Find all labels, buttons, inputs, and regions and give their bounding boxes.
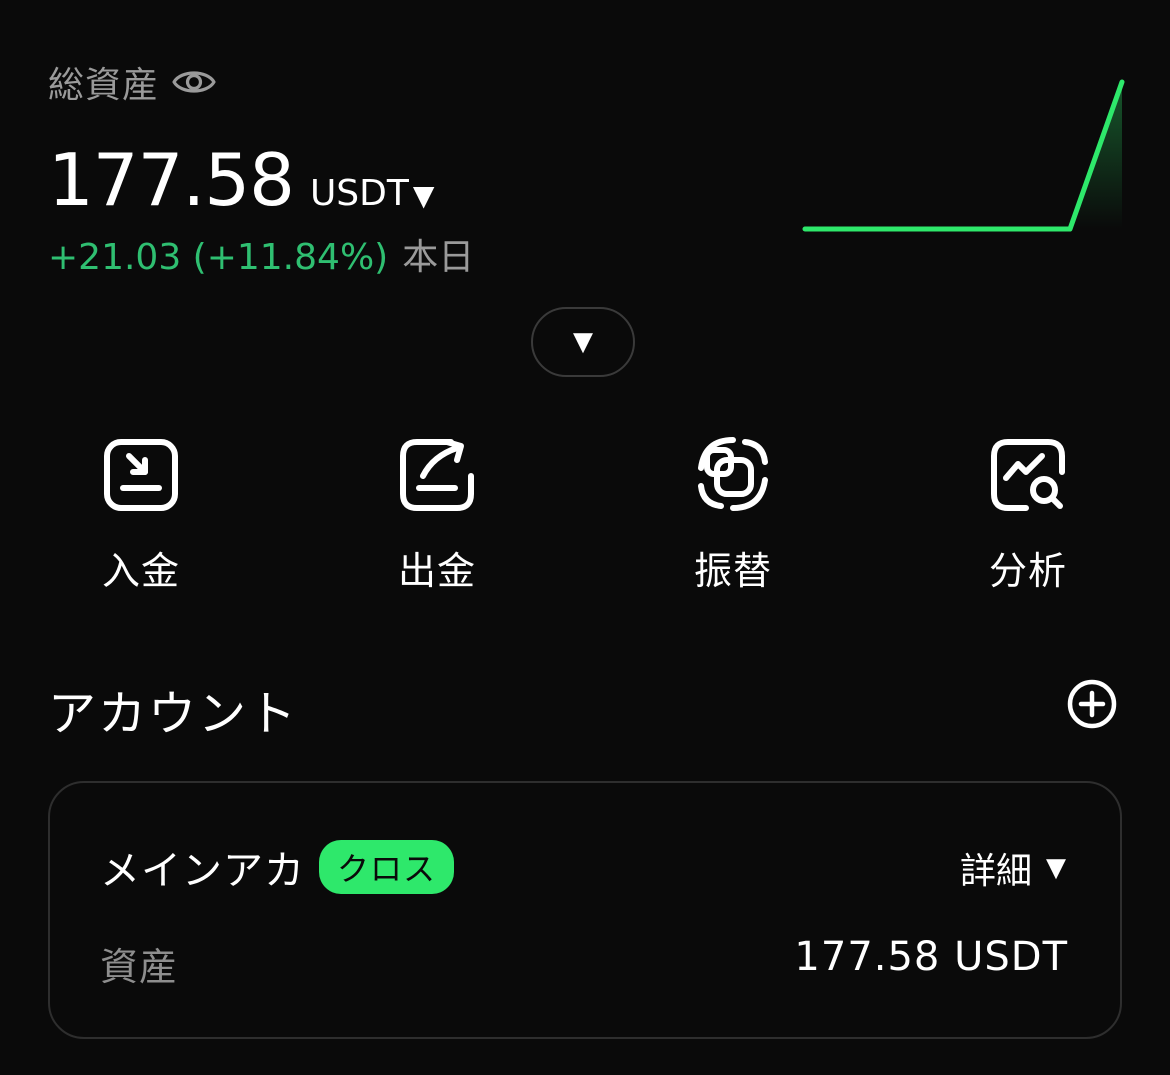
caret-down-icon: ▼: [573, 327, 593, 357]
total-balance: 177.58: [48, 138, 295, 222]
account-details-toggle[interactable]: 詳細 ▼: [960, 842, 1066, 894]
currency-selector[interactable]: USDT ▼: [310, 173, 434, 214]
total-assets-header: 総資産: [48, 56, 217, 108]
analysis-button[interactable]: 分析: [928, 432, 1128, 595]
withdraw-label: 出金: [397, 549, 476, 593]
total-assets-label: 総資産: [48, 65, 160, 106]
deposit-icon: [104, 439, 178, 511]
account-card[interactable]: [48, 781, 1122, 1039]
account-name: メインアカ: [100, 848, 305, 894]
deposit-button[interactable]: 入金: [41, 432, 241, 595]
daily-change-row: +21.03 (+11.84%) 本日: [48, 228, 474, 280]
withdraw-button[interactable]: 出金: [337, 432, 537, 595]
caret-down-icon: ▼: [412, 179, 435, 212]
daily-change-value: +21.03 (+11.84%): [48, 237, 389, 278]
balance-row: 177.58 USDT ▼: [48, 138, 434, 222]
asset-label: 資産: [100, 945, 179, 989]
analysis-icon: [991, 439, 1065, 511]
withdraw-icon: [400, 439, 474, 511]
expand-button[interactable]: ▼: [531, 307, 635, 377]
caret-down-icon: ▼: [1046, 853, 1066, 883]
add-circle-icon[interactable]: [1066, 678, 1118, 730]
deposit-label: 入金: [101, 549, 180, 593]
currency-label: USDT: [309, 173, 409, 214]
eye-icon[interactable]: [171, 59, 217, 105]
transfer-button[interactable]: 振替: [633, 432, 833, 595]
accounts-title: アカウント: [48, 686, 299, 742]
asset-value: 177.58 USDT: [794, 934, 1068, 980]
details-label: 詳細: [959, 851, 1032, 892]
daily-change-period: 本日: [402, 237, 475, 278]
balance-sparkline: [802, 79, 1125, 232]
account-name-row: メインアカ クロス: [100, 838, 455, 896]
transfer-label: 振替: [693, 549, 772, 593]
margin-mode-badge: クロス: [319, 840, 455, 894]
analysis-label: 分析: [988, 549, 1067, 593]
transfer-icon: [698, 437, 768, 511]
